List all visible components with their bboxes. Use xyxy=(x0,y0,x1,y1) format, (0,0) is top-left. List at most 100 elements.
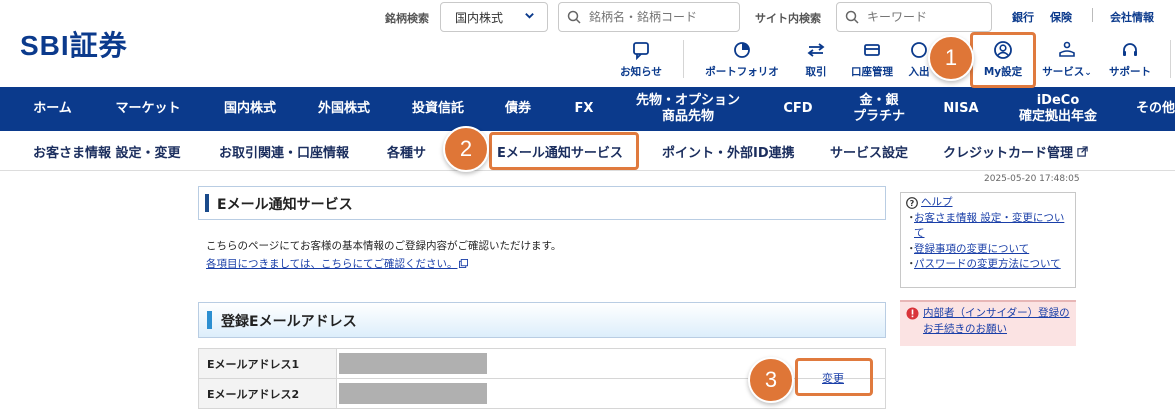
notice-nav[interactable]: お知らせ xyxy=(616,40,666,79)
service-icon xyxy=(1059,41,1075,57)
email-label-1: Eメールアドレス1 xyxy=(198,348,337,379)
highlight-email-tab xyxy=(489,132,639,170)
nav-bond[interactable]: 債券 xyxy=(488,87,548,131)
market-select[interactable]: 国内株式 xyxy=(440,2,548,32)
subnav-customer-info[interactable]: お客さま情報 設定・変更 xyxy=(33,131,181,171)
site-search-input[interactable] xyxy=(867,10,977,24)
trade-arrows-icon xyxy=(807,43,825,57)
account-nav-label: 口座管理 xyxy=(851,66,893,78)
help-box: ? ヘルプ ・お客さま情報 設定・変更について ・登録事項の変更について ・パス… xyxy=(900,192,1076,288)
message-icon xyxy=(633,42,649,60)
deposit-nav-label: 入出 xyxy=(908,66,930,78)
account-card-icon xyxy=(864,44,880,56)
chevron-down-icon xyxy=(525,13,534,19)
icon-nav-divider xyxy=(1170,40,1171,78)
list-item: ・パスワードの変更方法について xyxy=(906,257,1070,273)
bullet: ・ xyxy=(906,258,917,270)
portfolio-icon xyxy=(734,42,750,58)
subnav-trade-account[interactable]: お取引関連・口座情報 xyxy=(219,131,349,171)
subnav-service-settings[interactable]: サービス設定 xyxy=(830,131,908,171)
step-badge-1: 1 xyxy=(928,35,974,81)
page-title: Eメール通知サービス xyxy=(217,197,353,213)
trade-nav-label: 取引 xyxy=(805,66,827,78)
stock-search-box[interactable] xyxy=(558,2,740,32)
company-info-link[interactable]: 会社情報 xyxy=(1110,9,1154,25)
highlight-my-settings xyxy=(970,32,1036,88)
account-nav[interactable]: 口座管理 xyxy=(846,40,898,79)
masked-email xyxy=(339,353,487,374)
help-link-password-change[interactable]: パスワードの変更方法について xyxy=(914,257,1061,273)
nav-ideco[interactable]: iDeCo 確定拠出年金 xyxy=(1002,87,1114,131)
bullet: ・ xyxy=(906,211,917,224)
section-accent-bar xyxy=(207,311,212,329)
portfolio-nav[interactable]: ポートフォリオ xyxy=(697,40,787,79)
nav-fx[interactable]: FX xyxy=(560,87,608,131)
email-label-2: Eメールアドレス2 xyxy=(198,378,337,409)
list-item: ・お客さま情報 設定・変更について xyxy=(906,211,1070,242)
step-badge-3: 3 xyxy=(748,357,794,403)
title-accent-bar xyxy=(205,194,209,212)
insider-notice: 内部者（インサイダー）登録のお手続きのお願い xyxy=(900,300,1076,346)
intro-help-link[interactable]: 各項目につきましては、こちらにてご確認ください。 xyxy=(206,256,469,271)
chevron-down-icon: ⌄ xyxy=(1084,68,1092,78)
alert-icon xyxy=(906,307,919,320)
section-header: 登録Eメールアドレス xyxy=(198,302,886,338)
nav-domestic-stock[interactable]: 国内株式 xyxy=(204,87,296,131)
intro-text: こちらのページにてお客様の基本情報のご登録内容がご確認いただけます。 xyxy=(206,240,562,252)
svg-text:?: ? xyxy=(910,199,915,208)
nav-gold-silver[interactable]: 金・銀 プラチナ xyxy=(836,87,922,131)
page-title-box: Eメール通知サービス xyxy=(198,186,886,220)
deposit-nav[interactable]: 入出 xyxy=(908,40,930,79)
nav-home[interactable]: ホーム xyxy=(15,87,90,131)
nav-nisa[interactable]: NISA xyxy=(930,87,992,131)
stock-search-label: 銘柄検索 xyxy=(385,12,429,25)
portfolio-nav-label: ポートフォリオ xyxy=(705,66,779,78)
subnav-credit-card-label: クレジットカード管理 xyxy=(943,145,1074,161)
list-item: ・登録事項の変更について xyxy=(906,242,1070,258)
subnav-credit-card[interactable]: クレジットカード管理 xyxy=(943,131,1088,171)
market-select-value: 国内株式 xyxy=(455,10,504,25)
nav-cfd[interactable]: CFD xyxy=(770,87,826,131)
main-nav: ホーム マーケット 国内株式 外国株式 投資信託 債券 FX 先物・オプション … xyxy=(0,87,1175,131)
help-link-registration-change[interactable]: 登録事項の変更について xyxy=(914,242,1029,258)
nav-foreign-stock[interactable]: 外国株式 xyxy=(298,87,390,131)
insider-registration-link[interactable]: 内部者（インサイダー）登録のお手続きのお願い xyxy=(923,305,1070,343)
highlight-change-link xyxy=(795,358,873,396)
sbi-logo[interactable]: SBI証券 xyxy=(20,24,128,64)
nav-market[interactable]: マーケット xyxy=(102,87,194,131)
service-nav-label: サービス xyxy=(1042,66,1085,78)
subnav-points-external-id[interactable]: ポイント・外部ID連携 xyxy=(662,131,795,171)
help-link-customer-info[interactable]: お客さま情報 設定・変更について xyxy=(914,211,1070,242)
icon-nav-divider xyxy=(683,40,684,78)
deposit-icon xyxy=(911,42,927,58)
notice-nav-label: お知らせ xyxy=(620,66,662,78)
search-icon xyxy=(845,10,859,24)
headset-icon xyxy=(1123,43,1137,56)
help-title-text: ヘルプ xyxy=(921,196,953,208)
insurance-link[interactable]: 保険 xyxy=(1050,9,1072,25)
question-icon: ? xyxy=(906,196,918,209)
header-divider xyxy=(1092,8,1093,22)
nav-other[interactable]: その他 xyxy=(1124,87,1175,131)
timestamp: 2025-05-20 17:48:05 xyxy=(984,174,1080,184)
support-nav-label: サポート xyxy=(1109,66,1151,78)
trade-nav[interactable]: 取引 xyxy=(800,40,832,79)
external-link-icon xyxy=(1077,145,1088,157)
site-search-box[interactable] xyxy=(836,2,992,32)
support-nav[interactable]: サポート xyxy=(1104,40,1156,79)
masked-email xyxy=(339,383,487,404)
help-link[interactable]: ? ヘルプ xyxy=(906,195,1070,211)
step-badge-2: 2 xyxy=(443,126,489,172)
bank-link[interactable]: 銀行 xyxy=(1012,9,1034,25)
popup-window-icon xyxy=(459,259,469,268)
section-title: 登録Eメールアドレス xyxy=(221,314,357,330)
intro-help-link-text: 各項目につきましては、こちらにてご確認ください。 xyxy=(206,258,458,270)
search-icon xyxy=(567,10,581,24)
site-search-label: サイト内検索 xyxy=(755,12,821,25)
subnav-various[interactable]: 各種サ xyxy=(387,131,426,171)
nav-futures-options[interactable]: 先物・オプション 商品先物 xyxy=(618,87,758,131)
nav-investment-trust[interactable]: 投資信託 xyxy=(392,87,484,131)
service-nav[interactable]: サービス⌄ xyxy=(1037,40,1097,79)
bullet: ・ xyxy=(906,242,917,255)
stock-search-input[interactable] xyxy=(589,10,709,24)
